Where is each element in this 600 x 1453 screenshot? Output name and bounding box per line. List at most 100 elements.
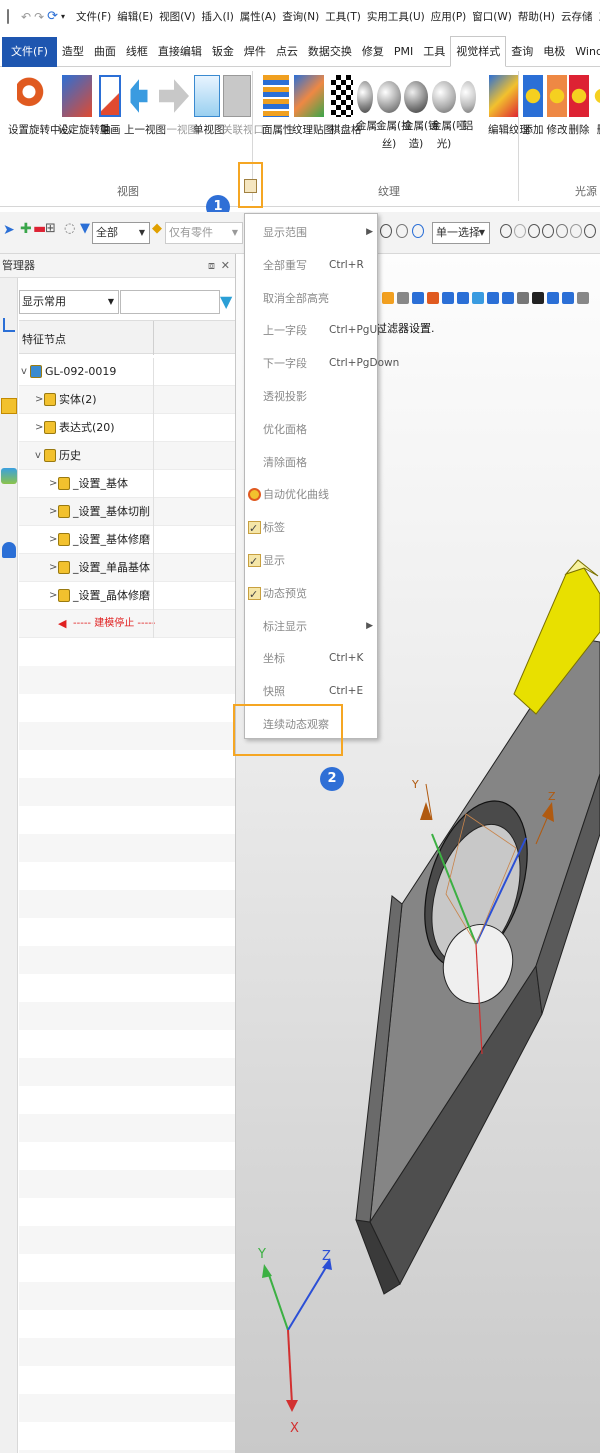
tab-item[interactable]: PMI [389, 37, 418, 67]
tab-visual-style[interactable]: 视觉样式 [450, 36, 507, 67]
context-menu-item[interactable]: 清除面格 [245, 446, 377, 479]
tab-item[interactable]: Windchill [570, 37, 600, 67]
filter-tool-icon[interactable] [396, 224, 408, 238]
viewport-tool-icon[interactable] [532, 292, 544, 304]
tree-node[interactable]: > 实体(2) [19, 386, 235, 414]
menu-item[interactable]: 属性(A) [240, 9, 276, 24]
next-view-button[interactable]: 下一视图 [156, 75, 198, 139]
aluminum-button[interactable]: 铝 [459, 75, 477, 135]
customize-quickbar-icon[interactable]: ▾ [61, 12, 65, 21]
menu-item[interactable]: 查询(N) [282, 9, 319, 24]
context-menu-item[interactable]: 取消全部高亮 [245, 282, 377, 315]
filter-tool-icon[interactable] [412, 224, 424, 238]
tab-item[interactable]: 修复 [357, 37, 389, 67]
tree-node[interactable]: > 表达式(20) [19, 414, 235, 442]
filter-tool-icon[interactable] [500, 224, 512, 238]
texture-map-button[interactable]: 纹理贴图 [292, 75, 334, 139]
expand-chevron-icon[interactable]: > [49, 526, 57, 554]
menu-item[interactable]: 插入(I) [202, 9, 234, 24]
select-arrow-icon[interactable]: ➤ [3, 222, 15, 238]
tab-item[interactable]: 数据交换 [303, 37, 357, 67]
tree-node[interactable]: > _设置_基体修磨 [19, 526, 235, 554]
menu-item[interactable]: 实用工具(U) [367, 9, 425, 24]
expand-chevron-icon[interactable]: > [49, 582, 57, 610]
manager-filter-combo[interactable]: 显示常用 ▼ [19, 290, 119, 314]
part-filter-icon[interactable]: ◆ [152, 221, 162, 236]
expand-chevron-icon[interactable]: > [35, 386, 43, 414]
tree-node[interactable]: v GL-092-0019 [19, 358, 235, 386]
light-modify-button[interactable]: 修改 [546, 75, 568, 139]
menu-item[interactable]: 编辑(E) [117, 9, 153, 24]
context-menu-item[interactable]: 下一字段 Ctrl+PgDown [245, 347, 399, 380]
viewport-tool-icon[interactable] [397, 292, 409, 304]
selection-mode-combo[interactable]: 单一选择 ▼ [432, 222, 490, 244]
tab-item[interactable]: 直接编辑 [153, 37, 207, 67]
context-menu-item[interactable]: 上一字段 Ctrl+PgUp [245, 314, 384, 347]
tree-node[interactable]: v 历史 [19, 442, 235, 470]
refresh-icon[interactable]: ⟳ [47, 9, 58, 24]
parts-only-combo[interactable]: 仅有零件 ▼ [165, 222, 243, 244]
assembly-icon[interactable] [1, 468, 17, 484]
context-menu-item[interactable]: 坐标 Ctrl+K [245, 642, 377, 675]
face-attribute-button[interactable]: 面属性 [262, 75, 294, 139]
metal-matte-button[interactable]: 金属(哑 光) [431, 75, 467, 153]
viewport-tool-icon[interactable] [472, 292, 484, 304]
menu-item[interactable]: 工具(T) [325, 9, 361, 24]
viewport-tool-icon[interactable] [427, 292, 439, 304]
redo-icon[interactable]: ↷ [34, 10, 44, 24]
tab-item[interactable]: 点云 [271, 37, 303, 67]
tab-file[interactable]: 文件(F) [2, 36, 57, 67]
menu-item[interactable]: 文件(F) [76, 9, 111, 24]
set-rotation-center-button[interactable]: 设置旋转中心 [8, 75, 71, 139]
viewport-tool-icon[interactable] [547, 292, 559, 304]
context-menu-item[interactable]: ✓ 显示 [245, 544, 377, 577]
viewport-tool-icon[interactable] [412, 292, 424, 304]
filter-circle-icon[interactable]: ◌ [64, 221, 75, 236]
viewport-tool-icon[interactable] [577, 292, 589, 304]
set-rotation-axis-button[interactable]: 设定旋转轴 [58, 75, 111, 139]
filter-grid-icon[interactable]: ⊞ [45, 221, 56, 236]
viewport-tool-icon[interactable] [487, 292, 499, 304]
context-menu-item[interactable]: 自动优化曲线 [245, 478, 377, 511]
tree-view-icon[interactable] [3, 318, 15, 332]
light-delete-button[interactable]: 删除 [568, 75, 590, 139]
tree-node[interactable]: > _设置_基体切削 [19, 498, 235, 526]
tab-item[interactable]: 钣金 [207, 37, 239, 67]
tab-item[interactable]: 曲面 [89, 37, 121, 67]
pin-icon[interactable]: ⧈ [208, 254, 215, 278]
filter-tool-icon[interactable] [380, 224, 392, 238]
light-delete-all-button[interactable]: 删 [591, 75, 600, 139]
tree-node[interactable]: > _设置_基体 [19, 470, 235, 498]
collapse-chevron-icon[interactable]: v [21, 358, 27, 386]
context-menu-item[interactable]: 显示范围 ▶ [245, 216, 377, 249]
tree-node[interactable]: ◀ ----- 建模停止 ----- [19, 610, 235, 638]
metal-button[interactable]: 金属 [356, 75, 377, 135]
single-view-button[interactable]: 单视图 [193, 75, 225, 139]
tree-node[interactable]: > _设置_晶体修磨 [19, 582, 235, 610]
context-menu-item[interactable]: 优化面格 [245, 413, 377, 446]
filter-tool-icon[interactable] [556, 224, 568, 238]
edit-texture-button[interactable]: 编辑纹理 [488, 75, 530, 139]
tab-item[interactable]: 造型 [57, 37, 89, 67]
new-file-icon[interactable] [7, 9, 9, 24]
part-library-icon[interactable] [1, 398, 17, 414]
expand-chevron-icon[interactable]: > [49, 554, 57, 582]
tab-item[interactable]: 工具 [418, 37, 450, 67]
menu-item[interactable]: 帮助(H) [518, 9, 555, 24]
context-menu-item[interactable]: ✓ 标签 [245, 511, 377, 544]
menu-item[interactable]: 应用(P) [431, 9, 467, 24]
expand-chevron-icon[interactable]: > [49, 498, 57, 526]
viewport-tool-icon[interactable] [382, 292, 394, 304]
filter-tool-icon[interactable] [528, 224, 540, 238]
expand-chevron-icon[interactable]: > [49, 470, 57, 498]
close-icon[interactable]: ✕ [221, 254, 230, 278]
context-menu-item[interactable]: ✓ 动态预览 [245, 577, 377, 610]
metal-cast-button[interactable]: 金属(铸 造) [403, 75, 439, 153]
context-menu-item[interactable]: 全部重写 Ctrl+R [245, 249, 377, 282]
undo-icon[interactable]: ↶ [21, 10, 31, 24]
linked-viewport-button[interactable]: 关联视口 [222, 75, 264, 139]
filter-tool-icon[interactable] [570, 224, 582, 238]
tree-node[interactable]: > _设置_单晶基体 [19, 554, 235, 582]
tab-item[interactable]: 线框 [121, 37, 153, 67]
filter-type-combo[interactable]: 全部 ▼ [92, 222, 150, 244]
